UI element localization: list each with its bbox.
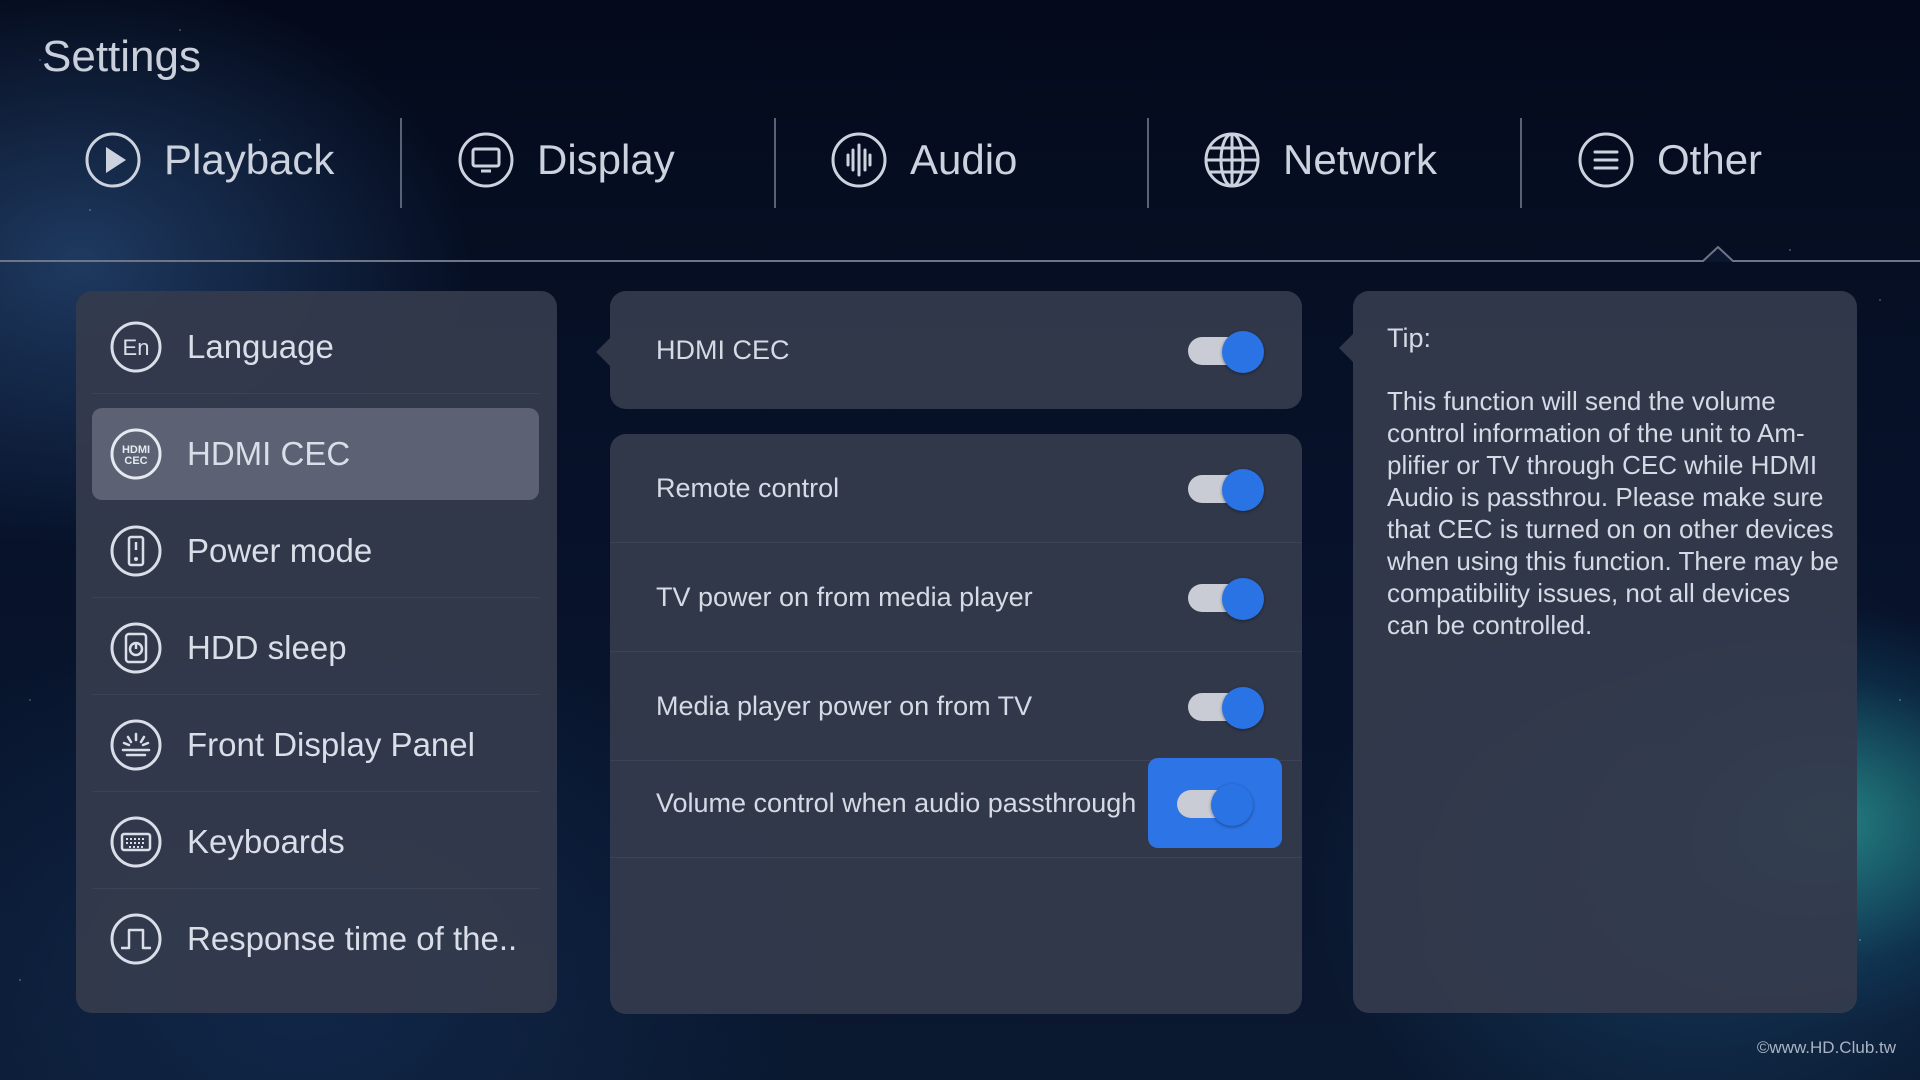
option-label: Volume control when audio passthrough <box>656 787 1137 818</box>
player-power-on-toggle[interactable] <box>1186 684 1266 729</box>
option-tv-power-on: TV power on from media player <box>610 543 1302 652</box>
tab-label: Network <box>1283 136 1438 183</box>
panel-pointer <box>596 338 610 366</box>
hdmi-cec-icon: HDMI CEC <box>109 427 163 481</box>
panel-pointer <box>1339 334 1353 362</box>
toggle-switch <box>1188 469 1264 511</box>
option-label: Media player power on from TV <box>656 690 1033 721</box>
tab-network[interactable]: Network <box>1203 108 1437 212</box>
tab-other[interactable]: Other <box>1577 108 1762 212</box>
toggle-switch <box>1188 331 1264 373</box>
tip-title: Tip: <box>1387 323 1432 353</box>
menu-item-power-mode[interactable]: Power mode <box>92 505 539 598</box>
menu-item-hdmi-cec[interactable]: HDMI CEC HDMI CEC <box>92 408 539 500</box>
tab-divider <box>1147 118 1149 208</box>
option-label: Remote control <box>656 472 840 503</box>
watermark: ©www.HD.Club.tw <box>1756 1038 1896 1057</box>
play-circle-icon <box>84 131 142 189</box>
menu-item-language[interactable]: En Language <box>92 301 539 394</box>
menu-item-label: Response time of the.. <box>187 920 518 957</box>
menu-item-label: HDD sleep <box>187 629 347 666</box>
menu-item-label: Front Display Panel <box>187 726 475 763</box>
tab-playback[interactable]: Playback <box>84 108 334 212</box>
toggle-switch <box>1188 578 1264 620</box>
hdmi-cec-label: HDMI CEC <box>656 334 790 365</box>
svg-text:CEC: CEC <box>124 455 147 467</box>
tab-label: Playback <box>164 136 335 183</box>
power-mode-icon <box>109 524 163 578</box>
monitor-icon <box>457 131 515 189</box>
tab-divider <box>400 118 402 208</box>
response-time-icon <box>109 912 163 966</box>
menu-item-label: HDMI CEC <box>187 435 351 472</box>
top-tab-bar: Playback Display Audio Network Other <box>0 108 1920 212</box>
remote-control-toggle[interactable] <box>1186 466 1266 511</box>
settings-menu: En Language HDMI CEC HDMI CEC Power mode … <box>76 291 557 1013</box>
hdd-sleep-icon <box>109 621 163 675</box>
menu-item-front-display-panel[interactable]: Front Display Panel <box>92 699 539 792</box>
hdmi-cec-row: HDMI CEC <box>610 296 1302 404</box>
option-player-power-on: Media player power on from TV <box>610 652 1302 761</box>
option-label: TV power on from media player <box>656 581 1033 612</box>
svg-text:En: En <box>123 335 150 360</box>
audio-wave-icon <box>830 131 888 189</box>
menu-item-label: Keyboards <box>187 823 345 860</box>
tab-divider <box>1520 118 1522 208</box>
option-volume-control: Volume control when audio passthrough <box>610 749 1302 858</box>
keyboard-icon <box>109 815 163 869</box>
cec-options-list: Remote control TV power on from media pl… <box>610 434 1302 1014</box>
active-tab-caret <box>1702 246 1734 262</box>
toggle-switch <box>1177 784 1253 826</box>
menu-item-response-time[interactable]: Response time of the.. <box>92 893 539 985</box>
globe-icon <box>1203 131 1261 189</box>
menu-item-label: Language <box>187 328 334 365</box>
volume-control-toggle[interactable] <box>1148 758 1282 848</box>
menu-lines-icon <box>1577 131 1635 189</box>
option-remote-control: Remote control <box>610 434 1302 543</box>
tab-label: Display <box>537 136 675 183</box>
hdmi-cec-master-row: HDMI CEC <box>610 291 1302 409</box>
tab-audio[interactable]: Audio <box>830 108 1017 212</box>
language-en-icon: En <box>109 320 163 374</box>
menu-item-hdd-sleep[interactable]: HDD sleep <box>92 602 539 695</box>
tab-underline <box>0 260 1920 262</box>
menu-item-keyboards[interactable]: Keyboards <box>92 796 539 889</box>
tip-body: This function will send the volume contr… <box>1387 386 1839 640</box>
tab-label: Audio <box>910 136 1018 183</box>
tab-display[interactable]: Display <box>457 108 675 212</box>
hdmi-cec-toggle[interactable] <box>1186 328 1266 373</box>
tab-divider <box>774 118 776 208</box>
menu-item-label: Power mode <box>187 532 373 569</box>
page-title: Settings <box>42 32 201 81</box>
tip-panel: Tip: This function will send the volume … <box>1353 291 1857 1013</box>
tab-label: Other <box>1657 136 1763 183</box>
tv-power-on-toggle[interactable] <box>1186 575 1266 620</box>
front-display-icon <box>109 718 163 772</box>
toggle-switch <box>1188 687 1264 729</box>
